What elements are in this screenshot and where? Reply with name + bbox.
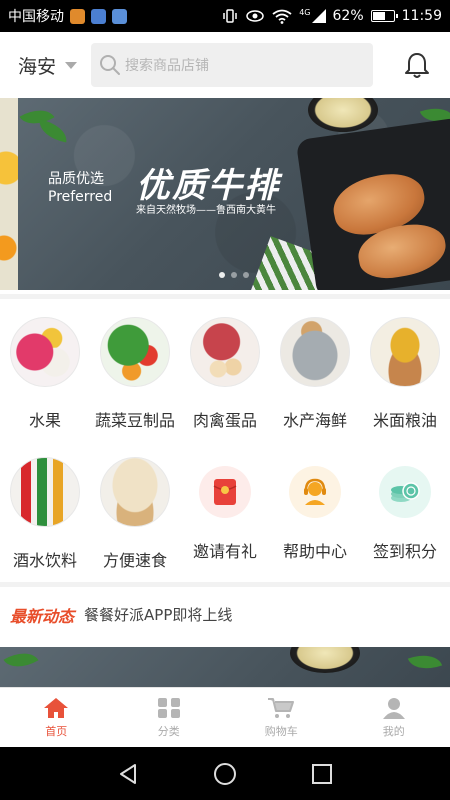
- settings-notification-icon: [112, 8, 127, 24]
- previous-slide-peek: [0, 98, 18, 290]
- category-seafood[interactable]: 水产海鲜: [270, 299, 360, 441]
- status-bar: 中国移动 4G 62% 11:59: [0, 0, 450, 32]
- home-icon: [44, 697, 69, 718]
- coins-icon: [379, 466, 431, 518]
- category-instant-food[interactable]: 方便速食: [90, 439, 180, 581]
- instant-food-icon: [100, 457, 170, 527]
- home-button-icon[interactable]: [213, 762, 237, 786]
- search-input[interactable]: 搜索商品店铺: [91, 43, 374, 87]
- banner-title: 优质牛排: [136, 166, 280, 206]
- bottom-tab-bar: 首页 分类 购物车 我的: [0, 687, 450, 747]
- category-label: 方便速食: [102, 551, 167, 570]
- search-placeholder: 搜索商品店铺: [125, 58, 210, 74]
- vibrate-icon: [223, 9, 237, 23]
- tab-label: 我的: [382, 724, 405, 738]
- meat-eggs-icon: [190, 317, 260, 387]
- grain-oil-icon: [370, 317, 440, 387]
- back-icon[interactable]: [117, 763, 139, 785]
- red-envelope-icon: [199, 466, 251, 518]
- chevron-down-icon: [65, 61, 78, 69]
- news-ticker[interactable]: 最新动态 餐餐好派APP即将上线: [0, 582, 450, 642]
- help-center[interactable]: 帮助中心: [270, 439, 360, 581]
- tab-label: 首页: [45, 724, 68, 738]
- location-notification-icon: [91, 8, 106, 24]
- battery-icon: [370, 10, 398, 22]
- battery-percent: 62%: [332, 8, 364, 24]
- recents-icon[interactable]: [311, 763, 333, 785]
- category-drinks[interactable]: 酒水饮料: [0, 439, 90, 581]
- vegetables-icon: [100, 317, 170, 387]
- check-in-points[interactable]: 签到积分: [360, 439, 450, 581]
- seafood-icon: [280, 317, 350, 387]
- carousel-dot[interactable]: [243, 272, 249, 278]
- category-label: 水果: [28, 411, 61, 430]
- bowl-image: [290, 647, 360, 673]
- promo-banner[interactable]: 品质优选 Preferred 优质牛排 来自天然牧场——鲁西南大黄牛: [0, 98, 450, 290]
- fruit-icon: [10, 317, 80, 387]
- tab-label: 分类: [157, 724, 180, 738]
- category-grain-oil[interactable]: 米面粮油: [360, 299, 450, 441]
- invite-reward[interactable]: 邀请有礼: [180, 439, 270, 581]
- category-label: 酒水饮料: [12, 551, 77, 570]
- user-icon: [382, 697, 405, 719]
- secondary-banner[interactable]: [0, 647, 450, 687]
- news-message: 餐餐好派APP即将上线: [84, 606, 233, 624]
- carousel-dots: [18, 272, 450, 278]
- city-selector[interactable]: 海安: [18, 52, 78, 79]
- carousel-dot[interactable]: [231, 272, 237, 278]
- tab-label: 购物车: [264, 724, 298, 738]
- drinks-icon: [10, 457, 80, 527]
- carrier-label: 中国移动: [8, 9, 64, 25]
- category-label: 米面粮油: [372, 411, 437, 430]
- city-label: 海安: [18, 55, 57, 78]
- category-label: 水产海鲜: [282, 411, 347, 430]
- tab-cart[interactable]: 购物车: [225, 688, 338, 747]
- news-tag: 最新动态: [10, 606, 75, 626]
- eye-icon: [246, 10, 264, 22]
- banner-subtitle-en: Preferred: [48, 189, 113, 205]
- category-label: 蔬菜豆制品: [94, 411, 175, 430]
- category-vegetables[interactable]: 蔬菜豆制品: [90, 299, 180, 441]
- network-type: 4G: [299, 8, 311, 17]
- wifi-icon: [272, 9, 292, 24]
- bell-icon: [405, 53, 429, 78]
- carousel-dot[interactable]: [219, 272, 225, 278]
- tab-profile[interactable]: 我的: [338, 688, 450, 747]
- category-label: 签到积分: [372, 542, 437, 561]
- notifications-button[interactable]: [400, 48, 434, 82]
- customer-service-icon: [289, 466, 341, 518]
- system-nav-bar: [0, 747, 450, 800]
- app-notification-icon: [70, 8, 85, 24]
- banner-tagline: 来自天然牧场——鲁西南大黄牛: [136, 205, 276, 216]
- header: 海安 搜索商品店铺: [0, 32, 450, 98]
- clock: 11:59: [401, 8, 442, 24]
- tab-category[interactable]: 分类: [113, 688, 226, 747]
- search-icon: [100, 55, 121, 75]
- category-label: 邀请有礼: [192, 542, 257, 561]
- banner-subtitle-cn: 品质优选: [48, 171, 104, 187]
- category-label: 帮助中心: [282, 542, 347, 561]
- signal-icon: 4G: [299, 8, 326, 23]
- banner-slide: 品质优选 Preferred 优质牛排 来自天然牧场——鲁西南大黄牛: [18, 98, 450, 290]
- tab-home[interactable]: 首页: [0, 688, 113, 747]
- banner-subtitle: 品质优选 Preferred: [48, 170, 112, 206]
- cart-icon: [268, 697, 295, 718]
- category-label: 肉禽蛋品: [192, 411, 257, 430]
- grid-icon: [157, 697, 180, 718]
- category-grid: 水果 蔬菜豆制品 肉禽蛋品 水产海鲜 米面粮油 酒水饮料 方便速食 邀请有礼 帮…: [0, 294, 450, 578]
- category-meat-eggs[interactable]: 肉禽蛋品: [180, 299, 270, 441]
- category-fruit[interactable]: 水果: [0, 299, 90, 441]
- app-screen: 中国移动 4G 62% 11:59 海安 搜索商品店铺 品质优选 Preferr…: [0, 0, 450, 800]
